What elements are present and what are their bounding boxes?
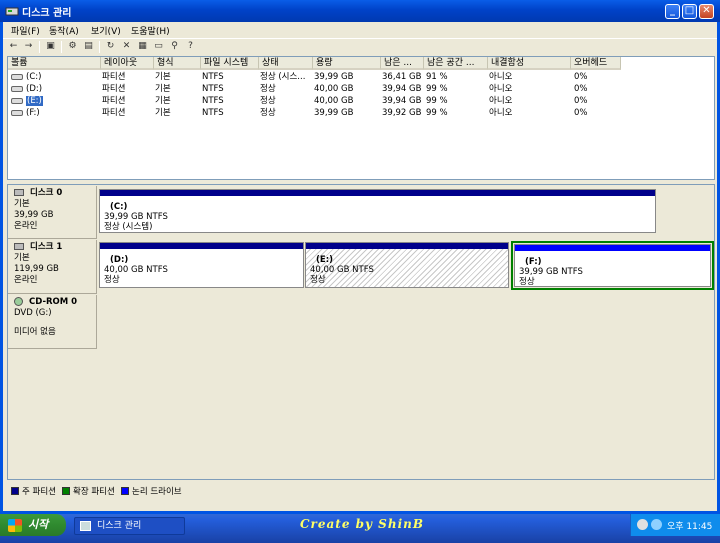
window-title: 디스크 관리 [22, 8, 72, 19]
col-volume[interactable]: 볼륨 [8, 57, 101, 70]
disk-management-taskbar-icon [80, 521, 91, 531]
minimize-button[interactable]: _ [665, 4, 680, 19]
maximize-button[interactable]: □ [682, 4, 697, 19]
view-icon[interactable]: ▣ [45, 41, 56, 52]
logical-drive-bar [515, 245, 710, 251]
col-overhead[interactable]: 오버헤드 [571, 57, 621, 70]
menu-view[interactable]: 보기(V) [91, 24, 121, 37]
hard-disk-icon [14, 243, 24, 250]
volume-list[interactable]: 볼륨 레이아웃 형식 파일 시스템 상태 용량 남은 ... 남은 공간 ...… [7, 56, 715, 180]
properties-sheet-icon[interactable]: ▦ [137, 41, 148, 52]
forward-icon[interactable]: → [23, 41, 34, 52]
legend-primary: 주 파티션 [22, 487, 56, 497]
col-layout[interactable]: 레이아웃 [101, 57, 154, 70]
close-button[interactable]: ✕ [699, 4, 714, 19]
start-button[interactable]: 시작 [0, 514, 66, 536]
help-icon[interactable]: ? [185, 41, 196, 52]
drive-icon [11, 97, 23, 104]
network-icon[interactable] [651, 519, 662, 530]
hard-disk-icon [14, 189, 24, 196]
credit-text: Create by ShinB [300, 517, 424, 531]
cdrom-icon [14, 297, 23, 306]
legend-extended: 확장 파티션 [73, 487, 115, 497]
legend-swatch-extended [62, 487, 70, 495]
taskbar: 시작 디스크 관리 Create by ShinB 오후 11:45 [0, 514, 720, 543]
disk-1-label[interactable]: 디스크 1 기본 119,99 GB 온라인 [8, 240, 97, 294]
volume-row-c[interactable]: (C:) 파티션 기본 NTFS 정상 (시스... 39,99 GB 36,4… [8, 71, 714, 83]
volume-row-f[interactable]: (F:) 파티션 기본 NTFS 정상 39,99 GB 39,92 GB 99… [8, 107, 714, 119]
properties-icon[interactable]: ⚙ [67, 41, 78, 52]
view-list-icon[interactable]: ▤ [83, 41, 94, 52]
toolbar: ← → ▣ ⚙ ▤ ↻ ✕ ▦ ▭ ⚲ ? [3, 38, 717, 54]
menu-help[interactable]: 도움말(H) [131, 24, 170, 37]
back-icon[interactable]: ← [8, 41, 19, 52]
system-tray: 오후 11:45 [630, 514, 720, 536]
col-capacity[interactable]: 용량 [313, 57, 381, 70]
col-fault-tolerance[interactable]: 내결함성 [488, 57, 571, 70]
menu-bar: 파일(F) 동작(A) 보기(V) 도움말(H) [3, 22, 717, 37]
partition-e[interactable]: (E:) 40,00 GB NTFS 정상 [305, 242, 509, 288]
col-status[interactable]: 상태 [259, 57, 313, 70]
cdrom-0-label[interactable]: CD-ROM 0 DVD (G:) 미디어 없음 [8, 295, 97, 349]
disk-management-app-icon [5, 7, 19, 16]
title-bar[interactable]: 디스크 관리 _ □ ✕ [0, 0, 720, 22]
tray-icon[interactable] [637, 519, 648, 530]
partition-c[interactable]: (C:) 39,99 GB NTFS 정상 (시스템) [99, 189, 656, 233]
legend-swatch-logical [121, 487, 129, 495]
menu-action[interactable]: 동작(A) [49, 24, 79, 37]
drive-icon [11, 85, 23, 92]
taskbar-disk-management-button[interactable]: 디스크 관리 [74, 517, 185, 535]
legend-logical: 논리 드라이브 [132, 487, 182, 497]
clock[interactable]: 오후 11:45 [667, 519, 712, 532]
disk-management-window: 디스크 관리 _ □ ✕ 파일(F) 동작(A) 보기(V) 도움말(H) ← … [0, 0, 720, 514]
disk-0-label[interactable]: 디스크 0 기본 39,99 GB 온라인 [8, 186, 97, 239]
windows-logo-icon [8, 519, 22, 532]
drive-icon [11, 109, 23, 116]
legend-swatch-primary [11, 487, 19, 495]
col-type[interactable]: 형식 [154, 57, 201, 70]
volume-list-header: 볼륨 레이아웃 형식 파일 시스템 상태 용량 남은 ... 남은 공간 ...… [8, 57, 714, 70]
open-icon[interactable]: ▭ [153, 41, 164, 52]
volume-row-e[interactable]: (E:) 파티션 기본 NTFS 정상 40,00 GB 39,94 GB 99… [8, 95, 714, 107]
disk-graphical-view: 디스크 0 기본 39,99 GB 온라인 (C:) 39,99 GB NTFS… [7, 184, 715, 480]
partition-f[interactable]: (F:) 39,99 GB NTFS 정상 [514, 244, 711, 287]
partition-d[interactable]: (D:) 40,00 GB NTFS 정상 [99, 242, 304, 288]
volume-row-d[interactable]: (D:) 파티션 기본 NTFS 정상 40,00 GB 39,94 GB 99… [8, 83, 714, 95]
col-percent-free[interactable]: 남은 공간 ... [424, 57, 488, 70]
menu-file[interactable]: 파일(F) [11, 24, 40, 37]
primary-partition-bar [100, 243, 303, 249]
col-filesystem[interactable]: 파일 시스템 [201, 57, 259, 70]
col-free-space[interactable]: 남은 ... [381, 57, 424, 70]
drive-icon [11, 73, 23, 80]
primary-partition-bar [100, 190, 655, 196]
extended-partition: (F:) 39,99 GB NTFS 정상 [511, 241, 714, 290]
legend: 주 파티션 확장 파티션 논리 드라이브 [7, 484, 715, 498]
delete-icon[interactable]: ✕ [121, 41, 132, 52]
search-icon[interactable]: ⚲ [169, 41, 180, 52]
primary-partition-bar [306, 243, 508, 249]
refresh-icon[interactable]: ↻ [105, 41, 116, 52]
